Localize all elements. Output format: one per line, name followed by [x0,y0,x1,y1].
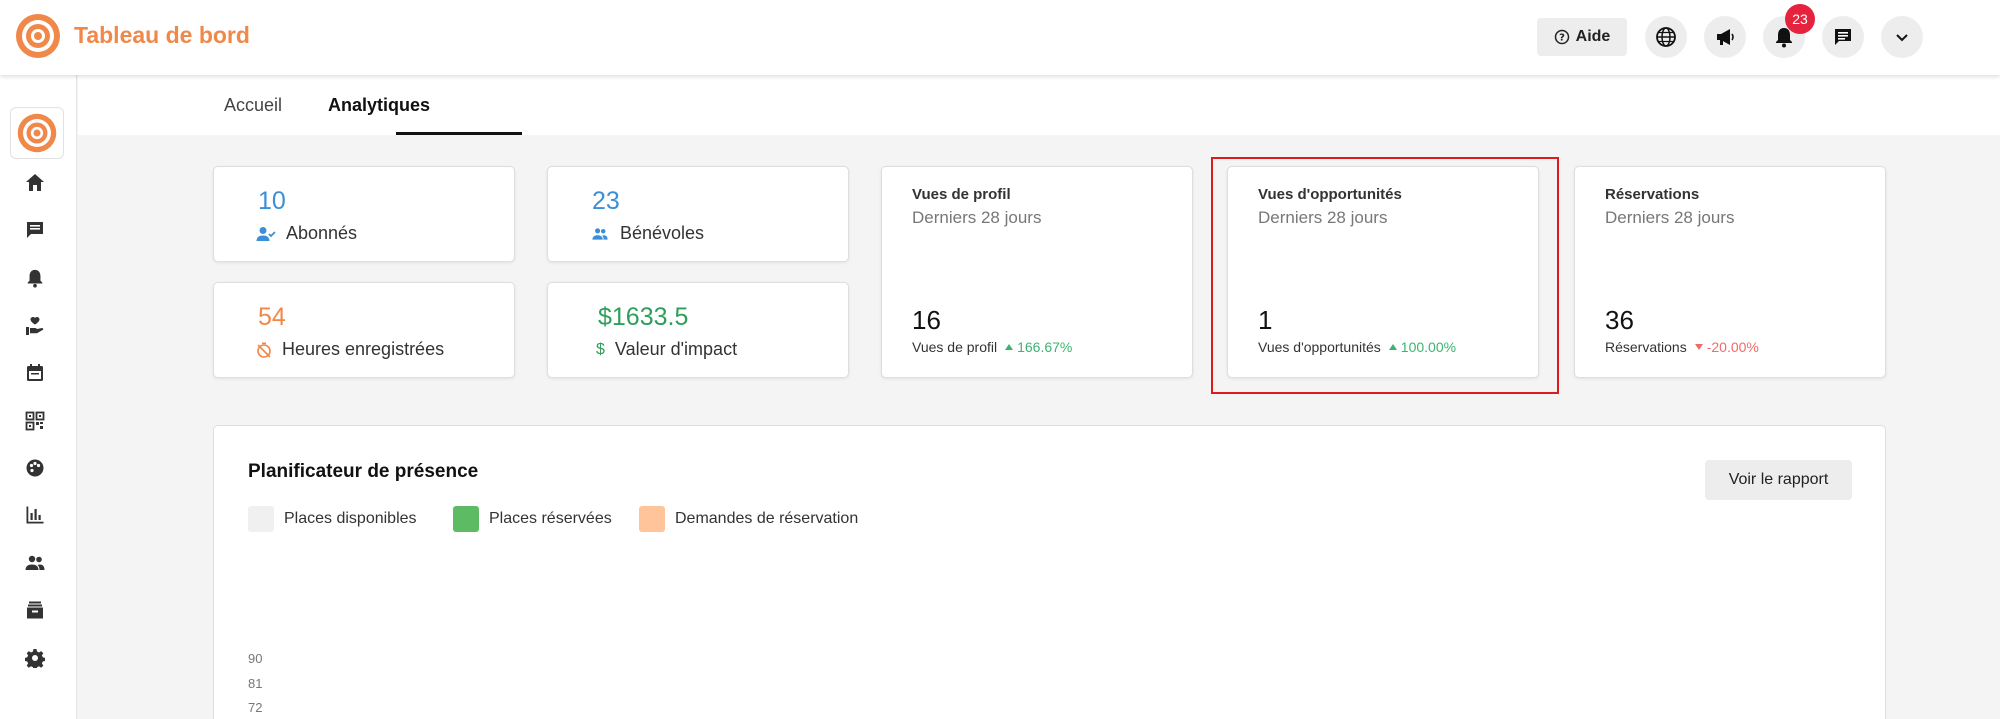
people-icon [592,227,608,240]
stat-value: $1633.5 [598,303,689,331]
stat-card-volunteers[interactable]: 23 Bénévoles [547,166,849,262]
chat-icon [1835,29,1851,45]
palette-icon[interactable] [22,455,48,481]
metric-label: Vues de profil [912,339,998,355]
metric-label: Réservations [1605,339,1687,355]
stat-value: 54 [258,303,286,331]
tab-accueil[interactable]: Accueil [224,95,282,116]
view-report-button[interactable]: Voir le rapport [1705,460,1852,500]
home-icon[interactable] [22,170,48,196]
inbox-icon[interactable] [22,597,48,623]
metric-change: -20.00% [1694,339,1759,355]
chevron-down-icon [1896,34,1908,42]
y-tick-label: 81 [248,676,263,691]
stat-card-subscribers[interactable]: 10 Abonnés [213,166,515,262]
brand-logo-icon[interactable] [14,12,62,60]
metric-subtitle: Derniers 28 jours [1605,208,1735,227]
metric-change-value: 166.67% [1017,339,1073,355]
bell-icon[interactable] [22,265,48,291]
legend-label: Places disponibles [284,510,417,527]
stat-label: Heures enregistrées [282,339,445,359]
metric-label-row: Réservations -20.00% [1605,339,1759,355]
legend-label: Demandes de réservation [675,510,859,527]
globe-icon [1656,27,1676,47]
metric-value: 36 [1605,305,1634,335]
help-icon: ? [1554,29,1569,45]
y-tick-label: 90 [248,651,263,666]
highlight-box [1211,157,1559,394]
attendance-planner-card: Planificateur de présence Voir le rappor… [213,425,1886,719]
chat-icon[interactable] [22,217,48,243]
app-title: Tableau de bord [74,22,250,48]
sidebar-logo[interactable] [10,107,64,159]
hand-heart-icon[interactable] [22,313,48,339]
metric-value: 16 [912,305,941,335]
metric-title: Vues de profil [912,186,1011,203]
stat-value: 23 [592,187,620,215]
triangle-up-icon [1005,344,1014,350]
top-bar: Tableau de bord ? Aide 23 [0,0,2000,75]
legend-item-reserved[interactable]: Places réservées [453,506,612,532]
y-tick-label: 72 [248,700,263,715]
stat-label-row: Bénévoles [590,223,704,244]
tab-analytiques[interactable]: Analytiques [328,95,430,116]
account-menu-button[interactable] [1881,16,1923,58]
stat-label: Bénévoles [620,223,705,243]
metric-change: 166.67% [1005,339,1072,355]
messages-button[interactable] [1822,16,1864,58]
calendar-icon[interactable] [22,360,48,386]
metric-title: Réservations [1605,186,1700,203]
stat-label-row: Heures enregistrées [256,339,444,360]
legend-item-available[interactable]: Places disponibles [248,506,417,532]
timer-off-icon [257,342,271,358]
legend-swatch [248,506,274,532]
stat-label: Abonnés [286,223,358,243]
sidebar [0,75,77,719]
active-tab-indicator [396,132,522,135]
dollar-icon: $ [596,340,605,358]
people-icon[interactable] [22,550,48,576]
svg-text:?: ? [1559,33,1565,44]
megaphone-icon [1717,29,1734,45]
gear-icon[interactable] [22,645,48,671]
language-button[interactable] [1645,16,1687,58]
bar-chart-icon[interactable] [22,502,48,528]
metric-card-profile-views[interactable]: Vues de profil Derniers 28 jours 16 Vues… [881,166,1193,378]
stat-label: Valeur d'impact [614,339,738,359]
legend-item-requests[interactable]: Demandes de réservation [639,506,858,532]
stat-label-row: Abonnés [256,223,357,244]
metric-change-value: -20.00% [1706,339,1759,355]
tab-bar: Accueil Analytiques [78,75,2000,135]
help-button[interactable]: ? Aide [1537,18,1627,56]
notification-badge: 23 [1785,4,1815,34]
help-label: Aide [1575,28,1611,45]
metric-card-reservations[interactable]: Réservations Derniers 28 jours 36 Réserv… [1574,166,1886,378]
planner-title: Planificateur de présence [248,461,479,482]
stat-label-row: $ Valeur d'impact [596,339,737,360]
brand-logo-icon [17,113,57,153]
legend-label: Places réservées [489,510,612,527]
stat-card-hours[interactable]: 54 Heures enregistrées [213,282,515,378]
metric-label-row: Vues de profil 166.67% [912,339,1072,355]
user-check-icon [256,226,276,241]
legend-swatch [453,506,479,532]
legend-swatch [639,506,665,532]
qr-code-icon[interactable] [22,408,48,434]
announcements-button[interactable] [1704,16,1746,58]
stat-value: 10 [258,187,286,215]
metric-subtitle: Derniers 28 jours [912,208,1042,227]
triangle-down-icon [1694,344,1703,350]
stat-card-impact[interactable]: $1633.5 $ Valeur d'impact [547,282,849,378]
